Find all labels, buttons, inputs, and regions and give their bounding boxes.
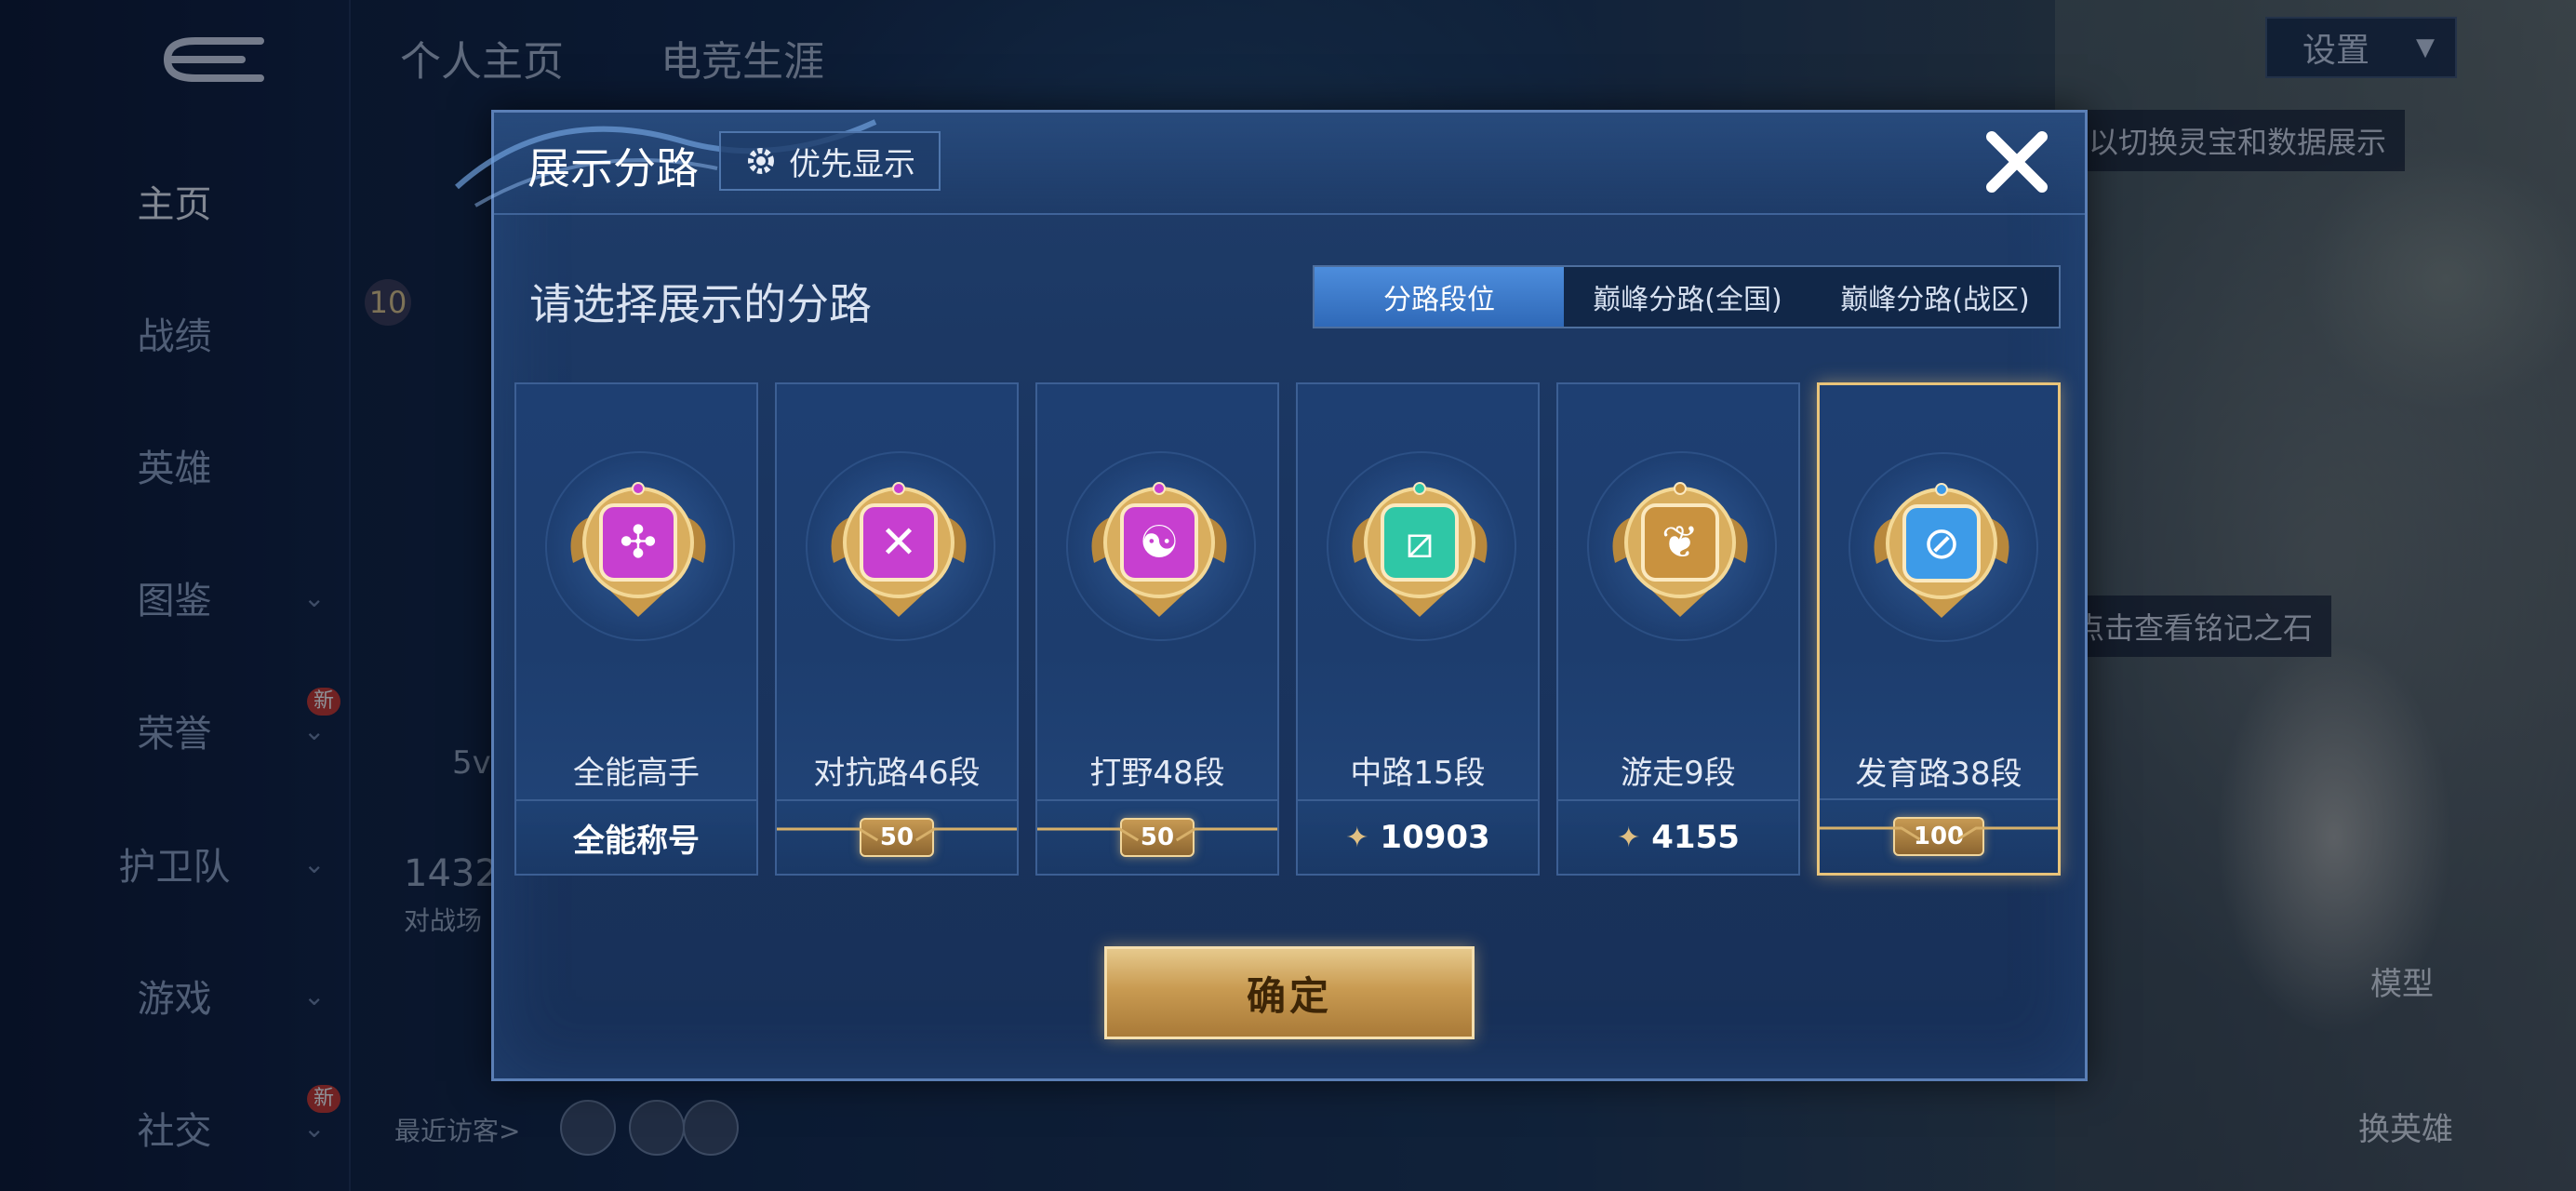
wing-decoration-icon (777, 827, 1017, 842)
route-card-label: 全能高手 (573, 755, 700, 792)
route-card[interactable]: ⊘ 发育路38段 100 (1817, 382, 2061, 876)
priority-display-button[interactable]: 优先显示 (719, 131, 941, 191)
rank-badge-icon: ⊘ (1874, 483, 2009, 618)
route-card-footer: 50 (1037, 799, 1277, 874)
dialog-subtitle: 请选择展示的分路 (529, 279, 872, 329)
route-card-list: ✣ 全能高手全能称号 ✕ 对抗路46段 50 ☯ 打野48段 50 ⧄ 中路15段 ✦ 10903 ❦ 游… (514, 382, 2077, 876)
rank-badge-icon: ⧄ (1352, 482, 1488, 617)
route-card-label: 打野48段 (1089, 755, 1225, 792)
route-card-label: 中路15段 (1350, 755, 1486, 792)
gear-icon (748, 148, 774, 174)
route-card-footer: 全能称号 (516, 799, 756, 874)
rank-badge-icon: ☯ (1091, 482, 1227, 617)
route-card-label: 发育路38段 (1855, 756, 2022, 793)
svg-text:⧄: ⧄ (1406, 516, 1435, 569)
peak-points-value: 10903 (1380, 819, 1490, 856)
svg-text:⊘: ⊘ (1923, 517, 1960, 569)
wing-decoration-icon (1037, 827, 1277, 842)
route-card-footer: ✦ 4155 (1558, 799, 1798, 874)
priority-display-label: 优先显示 (789, 145, 915, 183)
tab-peak-region[interactable]: 巅峰分路(战区) (1811, 267, 2059, 327)
dialog-title: 展示分路 (527, 143, 699, 194)
route-display-dialog: 展示分路 优先显示 请选择展示的分路 分路段位 巅峰分路(全国) 巅峰分路(战区… (454, 110, 2088, 1081)
route-card-label: 对抗路46段 (813, 755, 981, 792)
route-card[interactable]: ✣ 全能高手全能称号 (514, 382, 758, 876)
rank-badge-icon: ✣ (570, 482, 706, 617)
peak-points-value: 4155 (1651, 819, 1740, 856)
title-text: 全能称号 (573, 822, 700, 860)
route-card[interactable]: ❦ 游走9段 ✦ 4155 (1556, 382, 1800, 876)
rank-badge-icon: ❦ (1612, 482, 1748, 617)
svg-text:✣: ✣ (620, 516, 657, 569)
route-card[interactable]: ⧄ 中路15段 ✦ 10903 (1296, 382, 1540, 876)
route-type-tabs: 分路段位 巅峰分路(全国) 巅峰分路(战区) (1313, 265, 2061, 328)
route-card-footer: ✦ 10903 (1298, 799, 1538, 874)
svg-text:✕: ✕ (880, 516, 917, 569)
tab-route-rank[interactable]: 分路段位 (1315, 267, 1564, 327)
route-card-label: 游走9段 (1621, 755, 1736, 792)
confirm-button[interactable]: 确定 (1104, 946, 1475, 1039)
route-card[interactable]: ✕ 对抗路46段 50 (775, 382, 1019, 876)
rank-badge-icon: ✕ (831, 482, 967, 617)
svg-text:☯: ☯ (1139, 516, 1179, 569)
wing-decoration-icon (1820, 826, 2058, 841)
peak-points-icon: ✦ (1345, 821, 1369, 854)
peak-points-icon: ✦ (1617, 821, 1641, 854)
route-card-footer: 100 (1820, 798, 2058, 873)
route-card[interactable]: ☯ 打野48段 50 (1035, 382, 1279, 876)
close-icon[interactable] (1981, 126, 2053, 198)
tab-peak-national[interactable]: 巅峰分路(全国) (1564, 267, 1811, 327)
svg-text:❦: ❦ (1662, 516, 1699, 569)
route-card-footer: 50 (777, 799, 1017, 874)
